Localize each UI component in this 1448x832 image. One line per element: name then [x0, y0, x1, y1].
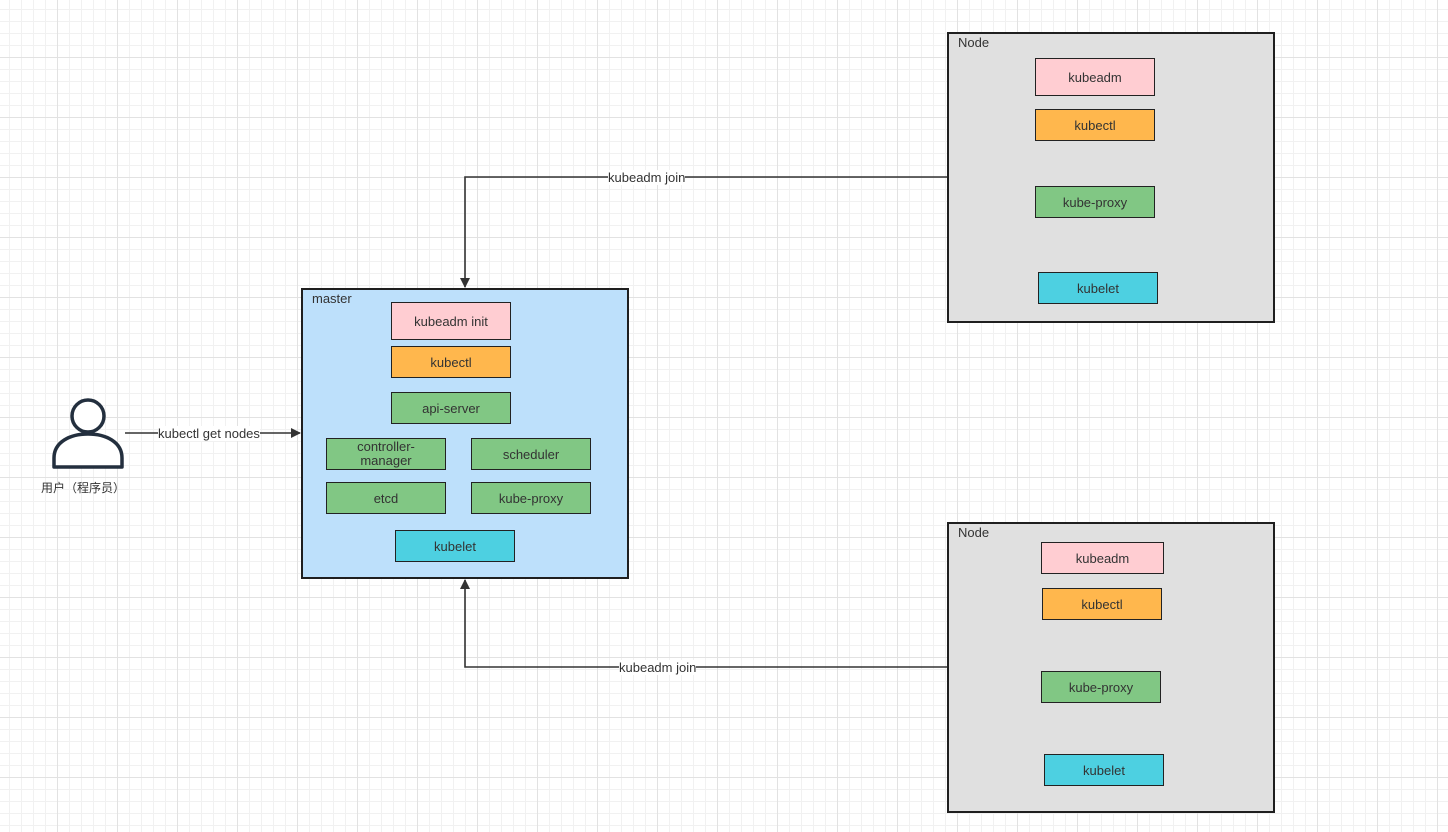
node-2-kubeadm[interactable]: kubeadm [1041, 542, 1164, 574]
edge-label-kubectl-get-nodes: kubectl get nodes [158, 426, 260, 441]
master-kubeadm-init[interactable]: kubeadm init [391, 302, 511, 340]
master-label: master [312, 291, 352, 306]
node-1-kube-proxy[interactable]: kube-proxy [1035, 186, 1155, 218]
user-icon [52, 398, 124, 469]
node-2-kube-proxy[interactable]: kube-proxy [1041, 671, 1161, 703]
node-1-label: Node [958, 35, 990, 50]
master-kubectl[interactable]: kubectl [391, 346, 511, 378]
master-scheduler[interactable]: scheduler [471, 438, 591, 470]
node-1-kubectl[interactable]: kubectl [1035, 109, 1155, 141]
user-caption: 用户（程序员） [41, 481, 126, 495]
master-controller-manager[interactable]: controller- manager [326, 438, 446, 470]
node-2-label: Node [958, 525, 990, 540]
master-kube-proxy[interactable]: kube-proxy [471, 482, 591, 514]
node-1-kubelet[interactable]: kubelet [1038, 272, 1158, 304]
node1-join-arrow [460, 176, 947, 288]
edge-label-node-1-join: kubeadm join [608, 170, 686, 185]
master-api-server[interactable]: api-server [391, 392, 511, 424]
node-2-kubelet[interactable]: kubelet [1044, 754, 1164, 786]
master-kubelet[interactable]: kubelet [395, 530, 515, 562]
node-2-kubectl[interactable]: kubectl [1042, 588, 1162, 620]
master-etcd[interactable]: etcd [326, 482, 446, 514]
node-1-kubeadm[interactable]: kubeadm [1035, 58, 1155, 96]
node2-join-arrow [460, 579, 947, 668]
edge-label-node-2-join: kubeadm join [619, 660, 697, 675]
